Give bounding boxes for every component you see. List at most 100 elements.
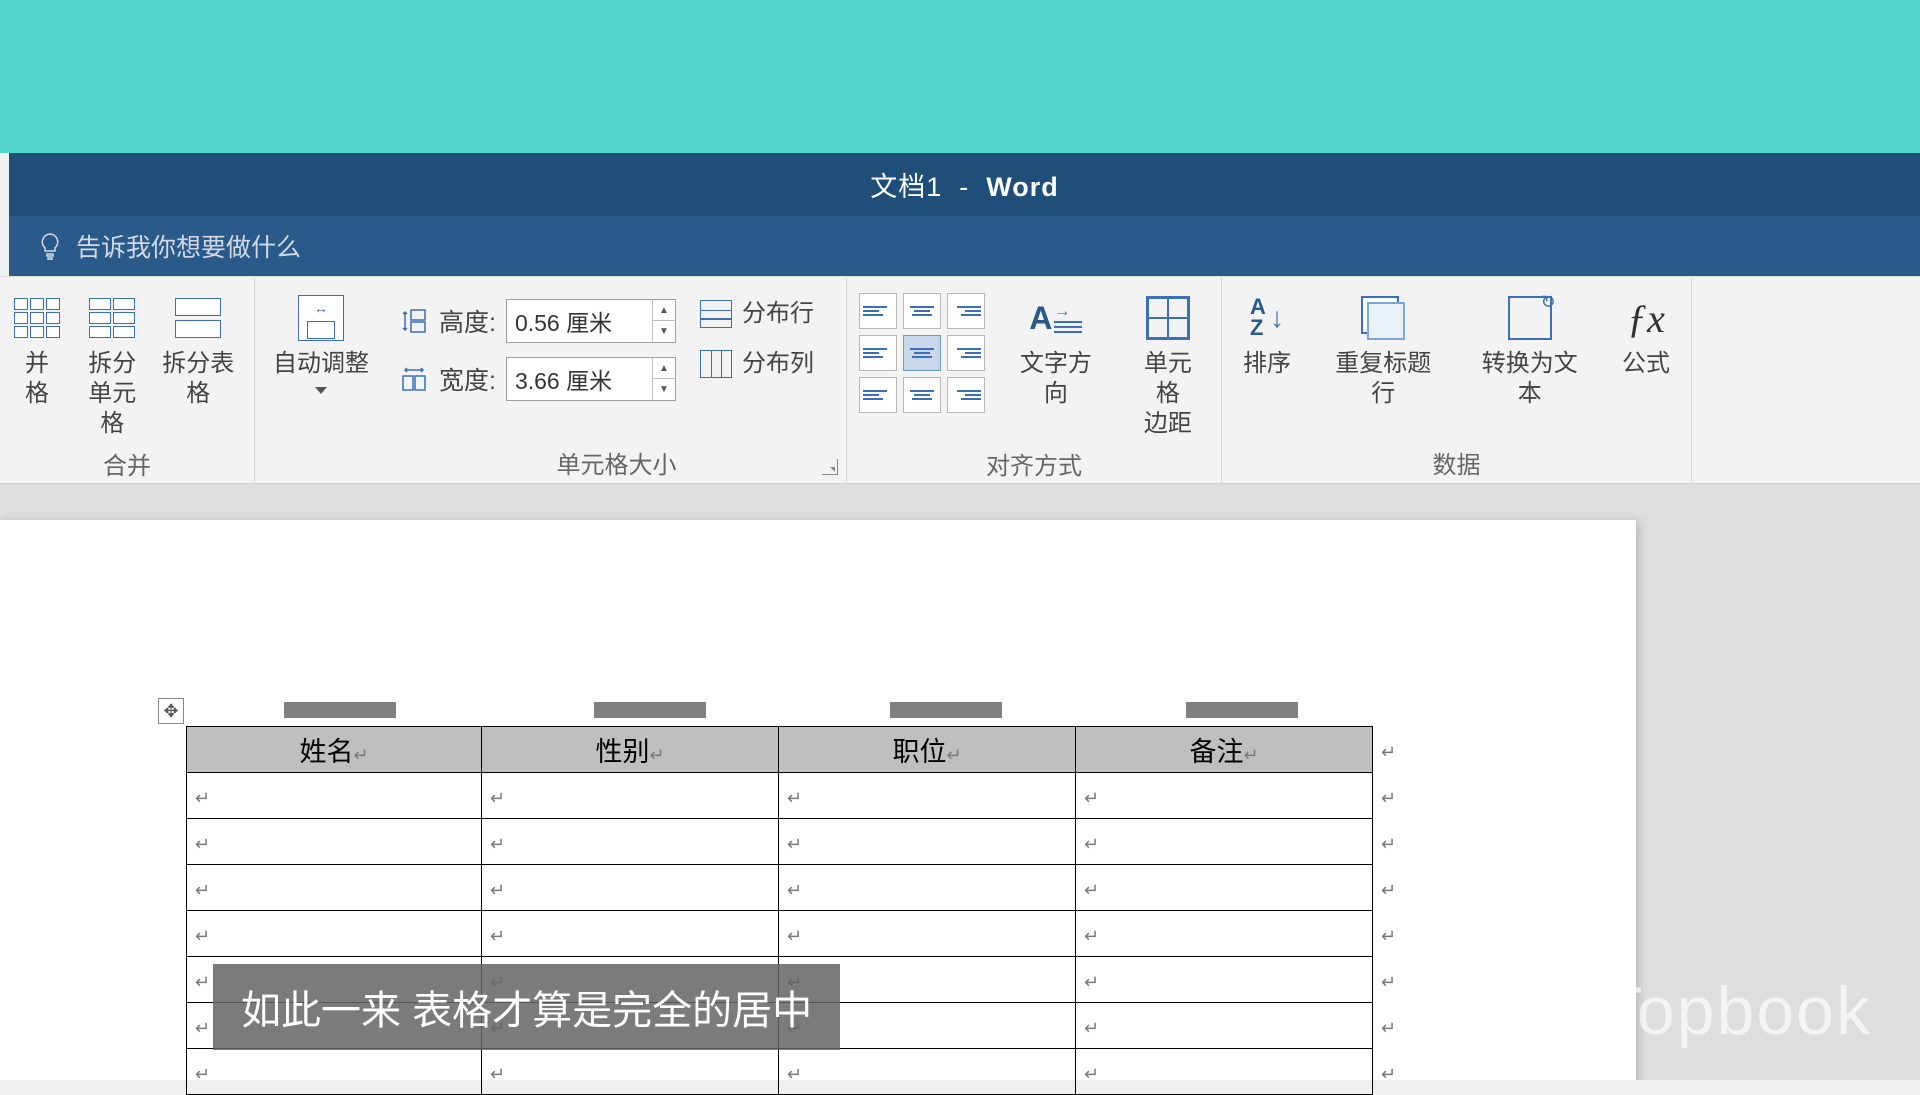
tell-me-placeholder: 告诉我你想要做什么	[76, 228, 301, 264]
table-cell[interactable]: ↵	[1076, 1003, 1373, 1049]
column-indicator	[1186, 702, 1298, 718]
table-move-handle[interactable]: ✥	[158, 698, 184, 724]
table-cell[interactable]: ↵	[482, 773, 779, 819]
distribute-rows-button[interactable]: 分布行	[700, 299, 814, 329]
row-end-mark: ↵	[1373, 773, 1405, 819]
video-caption: 如此一来 表格才算是完全的居中	[213, 964, 840, 1050]
ribbon-group-data: AZ↓ 排序 重复标题行 转换为文本 ƒx 公式 数据	[1222, 277, 1692, 483]
sort-button[interactable]: AZ↓ 排序	[1234, 287, 1300, 383]
split-table-icon	[171, 291, 225, 345]
table-cell[interactable]: ↵	[187, 773, 482, 819]
table-header-cell[interactable]: 姓名↵	[187, 727, 482, 773]
tell-me-bar[interactable]: 告诉我你想要做什么	[9, 216, 1920, 276]
height-down-button[interactable]: ▼	[653, 321, 675, 342]
height-up-button[interactable]: ▲	[653, 300, 675, 321]
align-mid-left[interactable]	[859, 335, 897, 371]
width-input-wrap[interactable]: ▲▼	[506, 357, 676, 401]
text-direction-button[interactable]: A→ 文字方向	[1003, 287, 1109, 413]
column-indicator	[594, 702, 706, 718]
row-end-mark: ↵	[1373, 819, 1405, 865]
table-cell[interactable]: ↵	[779, 865, 1076, 911]
table-cell[interactable]: ↵	[187, 911, 482, 957]
table-cell[interactable]: ↵	[1076, 1049, 1373, 1095]
row-end-mark: ↵	[1373, 1049, 1405, 1095]
align-bot-left[interactable]	[859, 377, 897, 413]
convert-to-text-icon	[1503, 291, 1557, 345]
table-header-cell[interactable]: 性别↵	[482, 727, 779, 773]
group-label-alignment: 对齐方式	[847, 443, 1221, 483]
table-cell[interactable]: ↵	[1076, 865, 1373, 911]
sort-icon: AZ↓	[1240, 291, 1294, 345]
title-bar: 文档1 - Word	[9, 153, 1920, 216]
ribbon-group-alignment: A→ 文字方向 单元格 边距 对齐方式	[847, 277, 1222, 483]
table-header-cell[interactable]: 备注↵	[1076, 727, 1373, 773]
autofit-icon	[294, 291, 348, 345]
column-indicator	[890, 702, 1002, 718]
table-cell[interactable]: ↵	[482, 911, 779, 957]
group-label-merge: 合并	[0, 443, 254, 483]
formula-icon: ƒx	[1619, 291, 1673, 345]
align-top-left[interactable]	[859, 293, 897, 329]
height-input[interactable]	[507, 308, 652, 335]
align-top-right[interactable]	[947, 293, 985, 329]
table-cell[interactable]: ↵	[187, 819, 482, 865]
table-cell[interactable]: ↵	[1076, 819, 1373, 865]
distribute-rows-icon	[700, 300, 732, 328]
width-label: 宽度:	[439, 361, 496, 397]
table-cell[interactable]: ↵	[779, 1049, 1076, 1095]
align-mid-right[interactable]	[947, 335, 985, 371]
table-cell[interactable]: ↵	[779, 819, 1076, 865]
table-cell[interactable]: ↵	[1076, 957, 1373, 1003]
merge-cells-button[interactable]: 并 格	[4, 287, 70, 413]
table-cell[interactable]: ↵	[482, 865, 779, 911]
watermark-text: Topbook	[1601, 972, 1872, 1050]
align-bot-center[interactable]	[903, 377, 941, 413]
group-label-data: 数据	[1222, 441, 1691, 483]
table-cell[interactable]: ↵	[779, 773, 1076, 819]
row-height-icon	[399, 306, 429, 336]
height-label: 高度:	[439, 303, 496, 339]
column-indicator	[284, 702, 396, 718]
merge-cells-icon	[10, 291, 64, 345]
table-cell[interactable]: ↵	[187, 865, 482, 911]
lightbulb-icon	[37, 231, 62, 261]
distribute-cols-icon	[700, 350, 732, 378]
ribbon: 并 格 拆分 单元格 拆分表格 合并 自动调整	[0, 276, 1920, 484]
table-cell[interactable]: ↵	[482, 819, 779, 865]
cell-margins-button[interactable]: 单元格 边距	[1127, 287, 1209, 443]
table-cell[interactable]: ↵	[1076, 911, 1373, 957]
repeat-header-icon	[1356, 291, 1410, 345]
align-bot-right[interactable]	[947, 377, 985, 413]
split-table-button[interactable]: 拆分表格	[155, 287, 242, 413]
window-title: 文档1 - Word	[870, 165, 1059, 204]
split-cells-icon	[85, 291, 139, 345]
cell-size-dialog-launcher[interactable]	[822, 459, 838, 475]
col-width-icon	[399, 364, 429, 394]
table-cell[interactable]: ↵	[1076, 773, 1373, 819]
dropdown-arrow-icon	[315, 387, 327, 394]
align-top-center[interactable]	[903, 293, 941, 329]
alignment-grid	[859, 287, 985, 413]
convert-to-text-button[interactable]: 转换为文本	[1467, 287, 1594, 413]
cell-margins-icon	[1141, 291, 1195, 345]
distribute-cols-button[interactable]: 分布列	[700, 349, 814, 379]
width-input[interactable]	[507, 366, 652, 393]
autofit-button[interactable]: 自动调整	[267, 287, 375, 398]
repeat-header-button[interactable]: 重复标题行	[1320, 287, 1447, 413]
formula-button[interactable]: ƒx 公式	[1613, 287, 1679, 383]
ribbon-group-merge: 并 格 拆分 单元格 拆分表格 合并	[0, 277, 255, 483]
width-up-button[interactable]: ▲	[653, 358, 675, 379]
table-cell[interactable]: ↵	[779, 911, 1076, 957]
table-header-cell[interactable]: 职位↵	[779, 727, 1076, 773]
ribbon-group-cell-size: 高度: ▲▼ 宽度: ▲▼	[387, 277, 847, 483]
row-end-mark: ↵	[1373, 865, 1405, 911]
table-cell[interactable]: ↵	[187, 1049, 482, 1095]
split-cells-button[interactable]: 拆分 单元格	[78, 287, 147, 443]
row-end-mark: ↵	[1373, 727, 1405, 773]
width-down-button[interactable]: ▼	[653, 379, 675, 400]
group-label-cell-size: 单元格大小	[387, 441, 846, 483]
height-input-wrap[interactable]: ▲▼	[506, 299, 676, 343]
align-mid-center[interactable]	[903, 335, 941, 371]
table-cell[interactable]: ↵	[482, 1049, 779, 1095]
decorative-teal-band	[0, 0, 1920, 153]
